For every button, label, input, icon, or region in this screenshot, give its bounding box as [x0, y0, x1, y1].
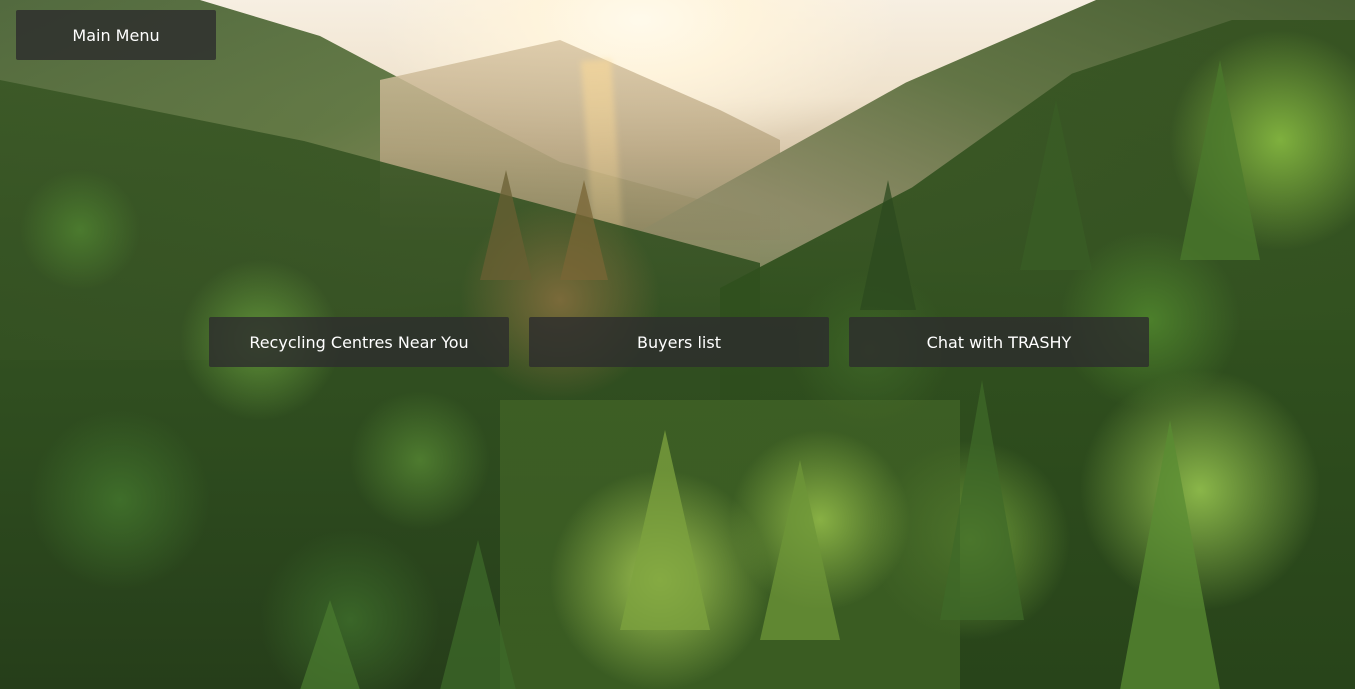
tree — [1020, 100, 1092, 270]
tree — [1180, 60, 1260, 260]
forest-bottom — [500, 400, 960, 689]
tree — [620, 430, 710, 630]
tree — [760, 460, 840, 640]
home-page: Main Menu Recycling Centres Near You Buy… — [0, 0, 1355, 689]
tree — [1120, 420, 1220, 689]
tree — [300, 600, 360, 689]
tree — [940, 380, 1024, 620]
tree — [860, 180, 916, 310]
tree — [440, 540, 516, 689]
tree — [480, 170, 532, 280]
main-menu-button[interactable]: Main Menu — [16, 10, 216, 60]
buyers-list-button[interactable]: Buyers list — [529, 317, 829, 367]
tree — [560, 180, 608, 280]
recycling-centres-button[interactable]: Recycling Centres Near You — [209, 317, 509, 367]
chat-with-trashy-button[interactable]: Chat with TRASHY — [849, 317, 1149, 367]
